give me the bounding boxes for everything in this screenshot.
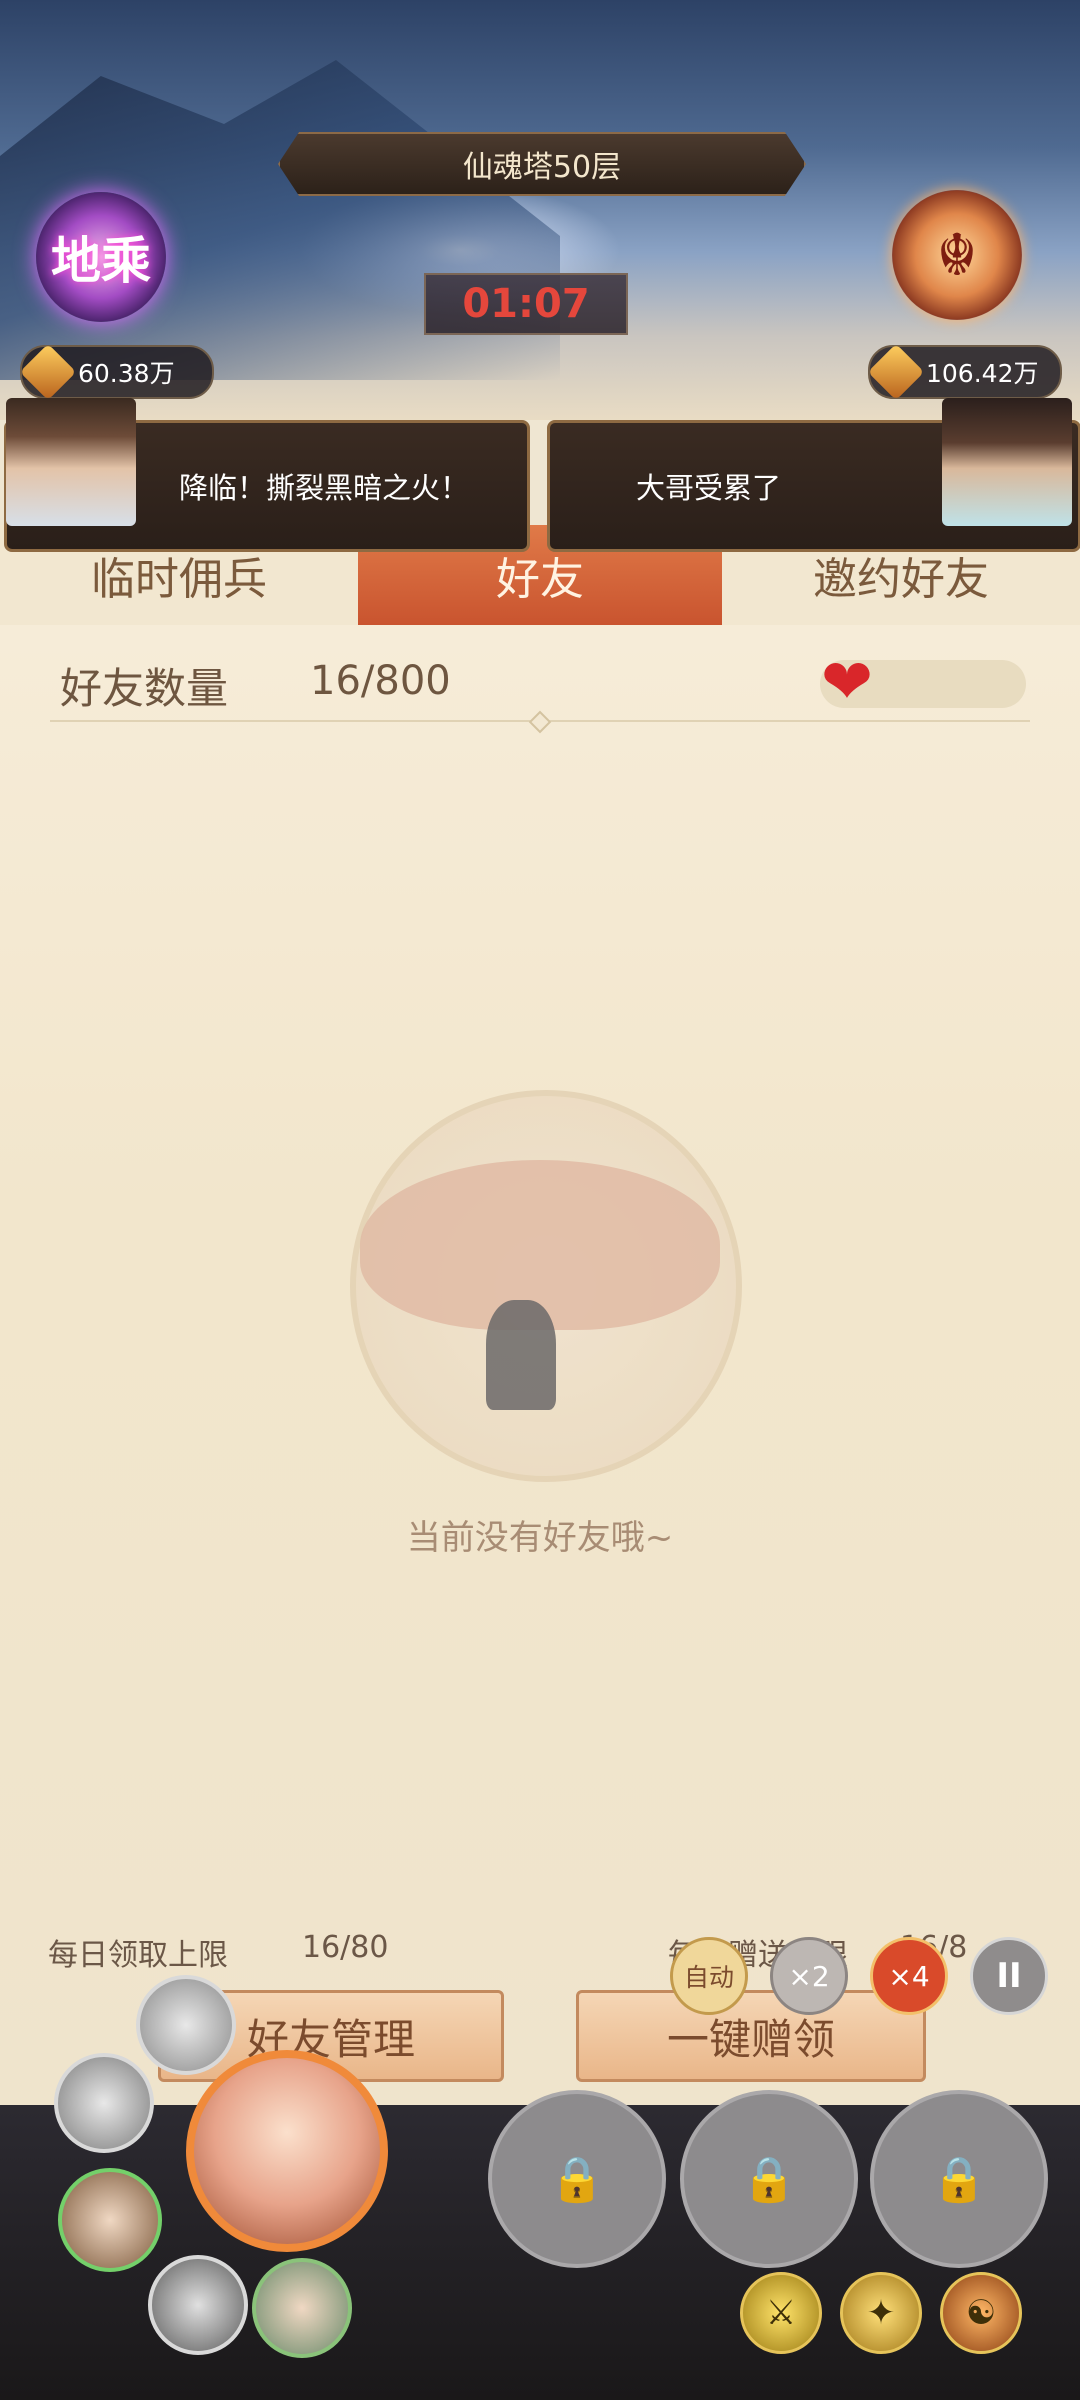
demon-emblem-icon: ☬ [892,190,1022,320]
team-avatar-3[interactable] [58,2168,162,2272]
skill-icon-2[interactable]: ✦ [840,2272,922,2354]
team-avatar-1[interactable] [136,1975,236,2075]
team-avatar-2[interactable] [54,2053,154,2153]
hero-portrait-right [942,398,1072,526]
pause-button[interactable]: II [970,1937,1048,2015]
team-avatar-4[interactable] [148,2255,248,2355]
one-click-gift-button[interactable]: 一键赠领 [576,1990,926,2082]
right-power: 106.42万 [867,343,1062,401]
left-power-value: 60.38万 [78,359,175,388]
lock-icon: 🔒 [931,2154,987,2205]
speed-x4-button[interactable]: ×4 [870,1937,948,2015]
lock-icon: 🔒 [549,2154,605,2205]
friend-count-value: 16/800 [310,658,451,704]
locked-slot-2[interactable]: 🔒 [680,2090,858,2268]
chat-text-right: 大哥受累了 [636,471,782,505]
rank-emblem-icon: 地乘 [36,192,166,322]
hero-portrait-left [6,398,136,526]
battle-timer: 01:07 [424,273,628,335]
empty-message: 当前没有好友哦~ [406,1518,674,1558]
sword-icon [19,343,77,401]
auto-button[interactable]: 自动 [670,1937,748,2015]
right-power-value: 106.42万 [926,359,1039,388]
friend-count-label: 好友数量 [60,664,229,713]
main-hero-avatar[interactable] [186,2050,388,2252]
speed-x2-button[interactable]: ×2 [770,1937,848,2015]
team-avatar-5[interactable] [252,2258,352,2358]
locked-slot-1[interactable]: 🔒 [488,2090,666,2268]
locked-slot-3[interactable]: 🔒 [870,2090,1048,2268]
daily-receive-label: 每日领取上限 [48,1938,228,1973]
daily-receive-value: 16/80 [302,1930,389,1965]
skill-icon-1[interactable]: ⚔ [740,2272,822,2354]
heart-icon: ❤ [821,645,873,718]
sword-icon [867,343,925,401]
tree-trunk [486,1300,556,1410]
skill-icon-3[interactable]: ☯ [940,2272,1022,2354]
chat-text-left: 降临！撕裂黑暗之火！ [179,471,470,505]
stage-title: 仙魂塔50层 [278,132,806,196]
lock-icon: 🔒 [741,2154,797,2205]
left-power: 60.38万 [19,343,214,401]
